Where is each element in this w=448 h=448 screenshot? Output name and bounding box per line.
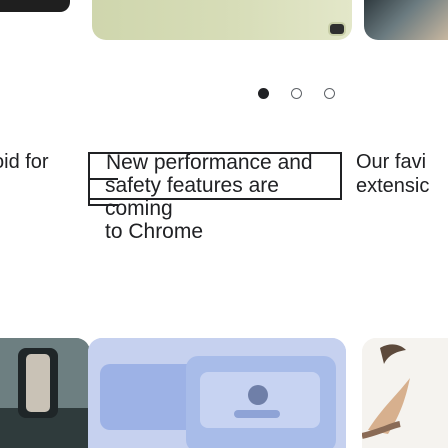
device-icon [330, 24, 344, 34]
headline-text-center: New performance and safety features are … [105, 151, 313, 243]
abstract-illustration [362, 338, 448, 448]
headline-link-focused[interactable]: New performance and safety features are … [88, 151, 342, 243]
browser-windows-illustration [88, 338, 346, 448]
carousel-pagination [258, 86, 335, 100]
story-thumbnail-center[interactable] [88, 338, 346, 448]
focus-ring-tab [88, 178, 118, 206]
person-illustration [0, 338, 90, 448]
story-image[interactable] [92, 0, 352, 40]
headline-link-right[interactable]: Our favi extensic [356, 150, 448, 198]
headline-text-left: oid for [0, 151, 49, 173]
story-thumbnail-left[interactable] [0, 338, 90, 448]
pagination-dot-3[interactable] [324, 87, 335, 99]
pagination-dot-2[interactable] [291, 87, 302, 99]
pagination-dot-1[interactable] [258, 87, 269, 99]
headline-link-left[interactable]: oid for [0, 150, 78, 174]
previous-story-image[interactable] [0, 0, 70, 12]
headline-text-right: Our favi extensic [356, 151, 430, 197]
story-thumbnail-right[interactable] [362, 338, 448, 448]
next-story-image[interactable] [364, 0, 448, 40]
